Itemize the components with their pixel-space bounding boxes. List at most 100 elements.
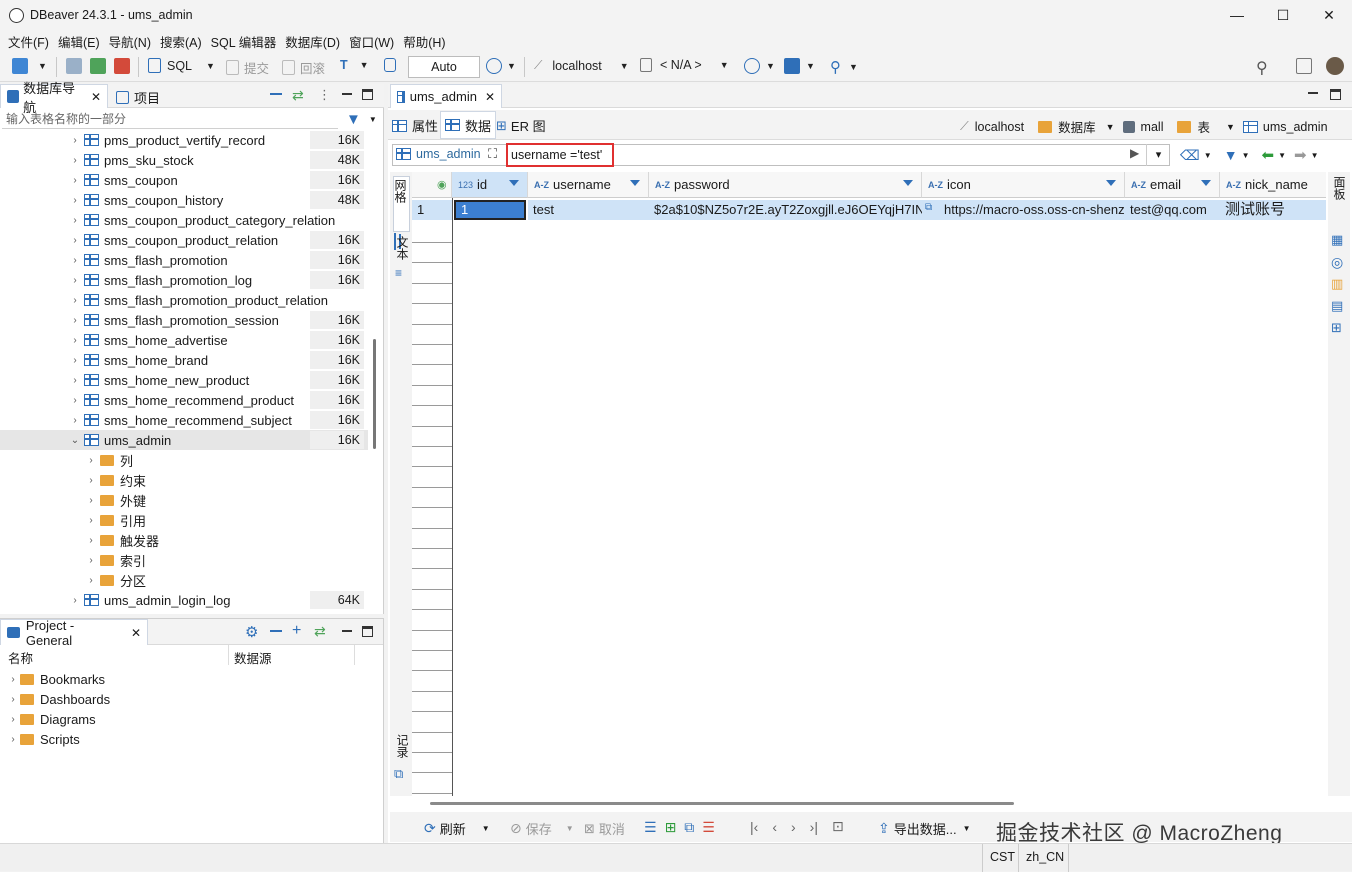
tab-panels[interactable]: 面板	[1331, 176, 1348, 200]
tab-grid[interactable]: 网格	[393, 176, 410, 232]
edit-row-icon[interactable]: ☰	[644, 819, 657, 836]
row-header-corner[interactable]: ◉	[412, 172, 452, 198]
refresh-button[interactable]: ⟳ 刷新 ▼	[424, 819, 490, 838]
tree-item-folder[interactable]: › 列	[0, 450, 368, 470]
chevron-right-icon[interactable]: ›	[86, 515, 96, 526]
close-tab-icon[interactable]: ✕	[485, 90, 495, 104]
link-editor-icon[interactable]: ⇄	[292, 87, 304, 104]
menu-database[interactable]: 数据库(D)	[284, 32, 341, 51]
tree-item-folder[interactable]: › 分区	[0, 570, 368, 590]
delete-row-icon[interactable]: ☰	[702, 819, 715, 836]
references-icon[interactable]: ⊞	[1331, 320, 1342, 336]
table-filter-input[interactable]: 输入表格名称的一部分	[2, 109, 338, 129]
lock-button[interactable]	[384, 58, 396, 72]
tree-item-table[interactable]: › sms_coupon_history 48K	[0, 190, 368, 210]
tree-item-table[interactable]: ⌄ ums_admin 16K	[0, 430, 368, 450]
next-page-icon[interactable]: ›	[791, 819, 796, 835]
collapse-all-icon[interactable]	[270, 630, 282, 632]
tree-item-table[interactable]: › pms_product_vertify_record 16K	[0, 130, 368, 150]
filter-settings-button[interactable]: ▼ ▼	[346, 111, 377, 128]
tab-database-navigator[interactable]: 数据库导航 ✕	[0, 81, 108, 115]
tree-item-table[interactable]: › sms_coupon_product_category_relation	[0, 210, 368, 230]
first-page-icon[interactable]: |‹	[750, 819, 758, 835]
add-row-icon[interactable]: ⊞	[665, 819, 677, 836]
column-datasource-header[interactable]: 数据源	[234, 648, 272, 667]
active-schema-selector[interactable]: < N/A > ▼	[640, 58, 729, 72]
new-connection-button[interactable]: ▼	[12, 58, 47, 74]
view-menu-icon[interactable]: ⋮	[318, 87, 331, 103]
crumb-ums-admin[interactable]: ums_admin	[1263, 120, 1328, 134]
dbeaver-perspective-button[interactable]	[1326, 57, 1344, 75]
apply-filter-icon[interactable]: ▶	[1130, 146, 1139, 160]
forward-arrow-icon[interactable]: ➡	[1294, 146, 1307, 164]
tree-item-table[interactable]: › sms_home_recommend_product 16K	[0, 390, 368, 410]
chevron-right-icon[interactable]: ›	[86, 475, 96, 486]
minimize-button[interactable]: —	[1214, 0, 1260, 30]
fetch-all-icon[interactable]: ⊡	[832, 818, 844, 835]
menu-sql-editor[interactable]: SQL 编辑器	[210, 32, 278, 51]
tree-item-folder[interactable]: › 约束	[0, 470, 368, 490]
chevron-right-icon[interactable]: ›	[86, 555, 96, 566]
cancel-button[interactable]: ⊠ 取消	[584, 819, 625, 838]
chevron-right-icon[interactable]: ›	[70, 155, 80, 166]
chevron-right-icon[interactable]: ›	[70, 375, 80, 386]
crumb-tables[interactable]: 表	[1197, 117, 1210, 136]
maximize-panel-icon[interactable]	[362, 89, 373, 100]
maximize-editor-icon[interactable]	[1330, 89, 1341, 100]
chevron-right-icon[interactable]: ›	[70, 415, 80, 426]
last-page-icon[interactable]: ›|	[810, 819, 818, 835]
tree-item-table[interactable]: › sms_flash_promotion_session 16K	[0, 310, 368, 330]
metadata-icon[interactable]: ◎	[1331, 254, 1343, 271]
chevron-right-icon[interactable]: ›	[86, 495, 96, 506]
active-connection-selector[interactable]: ⟋ localhost ▼	[534, 58, 629, 73]
crumb-database[interactable]: 数据库	[1058, 117, 1096, 136]
column-name-header[interactable]: 名称	[8, 648, 33, 667]
chevron-right-icon[interactable]: ›	[70, 135, 80, 146]
chevron-right-icon[interactable]: ›	[70, 235, 80, 246]
close-button[interactable]: ✕	[1306, 0, 1352, 30]
project-item-diagrams[interactable]: › Diagrams	[8, 709, 95, 729]
invalidate-button[interactable]	[90, 58, 106, 74]
cell-id[interactable]: 1	[454, 200, 526, 220]
connect-button[interactable]	[66, 58, 82, 74]
column-header-username[interactable]: A-Z username	[528, 172, 649, 198]
subtab-data[interactable]: 数据	[440, 111, 497, 139]
maximize-button[interactable]: ☐	[1260, 0, 1306, 30]
gear-icon[interactable]: ⚙	[245, 623, 258, 641]
tab-record[interactable]: 记录	[394, 734, 411, 758]
menu-navigate[interactable]: 导航(N)	[108, 32, 152, 51]
funnel-icon[interactable]: ▼	[1224, 147, 1238, 163]
subtab-properties[interactable]: 属性	[392, 116, 438, 135]
cell-email[interactable]: test@qq.com	[1125, 200, 1220, 220]
column-header-id[interactable]: 123 id	[452, 172, 528, 198]
project-item-bookmarks[interactable]: › Bookmarks	[8, 669, 105, 689]
horizontal-scrollbar[interactable]	[430, 802, 1014, 805]
perspective-button[interactable]	[1296, 58, 1312, 74]
menu-edit[interactable]: 编辑(E)	[57, 32, 101, 51]
tree-item-table[interactable]: › sms_flash_promotion_product_relation	[0, 290, 368, 310]
chevron-right-icon[interactable]: ›	[70, 355, 80, 366]
project-item-scripts[interactable]: › Scripts	[8, 729, 79, 749]
chevron-right-icon[interactable]: ›	[70, 255, 80, 266]
minimize-panel-icon[interactable]	[342, 93, 352, 95]
cell-username[interactable]: test	[528, 200, 649, 220]
chevron-right-icon[interactable]: ›	[70, 295, 80, 306]
eraser-icon[interactable]: ⌫	[1180, 147, 1200, 164]
project-item-dashboards[interactable]: › Dashboards	[8, 689, 110, 709]
link-editor-icon[interactable]: ⇄	[314, 623, 326, 640]
chevron-right-icon[interactable]: ›	[70, 215, 80, 226]
tree-item-table[interactable]: › ums_admin_login_log 64K	[0, 590, 368, 610]
rollback-button[interactable]: 回滚	[282, 58, 325, 77]
search-button[interactable]: ⚲ ▼	[830, 58, 858, 76]
dashboard-button[interactable]: ▼	[744, 58, 775, 74]
crumb-mall[interactable]: mall	[1141, 120, 1164, 134]
column-header-password[interactable]: A-Z password	[649, 172, 922, 198]
expand-filter-icon[interactable]: ⛶	[488, 146, 497, 162]
column-header-email[interactable]: A-Z email	[1125, 172, 1220, 198]
menu-search[interactable]: 搜索(A)	[159, 32, 203, 51]
filter-history-dropdown[interactable]: ▾	[1146, 144, 1170, 166]
transaction-mode-field[interactable]: Auto	[408, 56, 480, 78]
close-tab-icon[interactable]: ✕	[131, 626, 141, 640]
cell-icon[interactable]: https://macro-oss.oss-cn-shenz	[922, 200, 1125, 220]
chevron-right-icon[interactable]: ›	[70, 335, 80, 346]
